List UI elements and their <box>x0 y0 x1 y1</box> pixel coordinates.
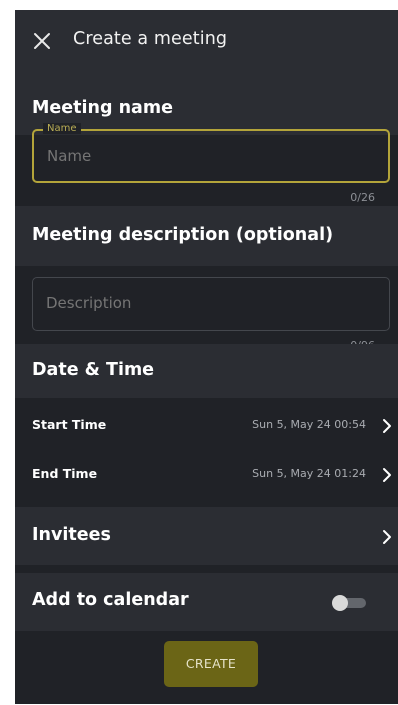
meeting-description-field[interactable] <box>32 277 390 331</box>
add-to-calendar-toggle[interactable] <box>332 595 366 611</box>
meeting-name-field-zone: Name 0/26 <box>15 123 398 206</box>
date-time-section: Date & Time <box>15 344 398 398</box>
invitees-row[interactable]: Invitees <box>15 507 398 565</box>
add-to-calendar-label: Add to calendar <box>32 590 189 610</box>
page-title: Create a meeting <box>73 29 228 49</box>
create-button[interactable]: CREATE <box>164 641 258 687</box>
chevron-right-icon <box>383 419 391 433</box>
meeting-description-field-zone: 0/96 <box>15 266 398 352</box>
start-time-label: Start Time <box>32 417 107 432</box>
invitees-label: Invitees <box>32 525 111 545</box>
meeting-description-input[interactable] <box>46 294 366 312</box>
chevron-right-icon <box>383 468 391 482</box>
meeting-description-section: Meeting description (optional) <box>15 206 398 266</box>
close-icon[interactable] <box>32 31 52 51</box>
app-bar: Create a meeting <box>15 10 398 73</box>
start-time-value: Sun 5, May 24 00:54 <box>252 418 366 431</box>
add-to-calendar-row: Add to calendar <box>15 573 398 631</box>
meeting-name-counter: 0/26 <box>350 191 375 204</box>
meeting-description-heading: Meeting description (optional) <box>32 225 334 245</box>
end-time-row[interactable]: End Time Sun 5, May 24 01:24 <box>15 447 398 507</box>
end-time-value: Sun 5, May 24 01:24 <box>252 467 366 480</box>
toggle-knob <box>332 595 348 611</box>
chevron-right-icon <box>383 530 391 544</box>
end-time-label: End Time <box>32 466 98 481</box>
meeting-name-input[interactable] <box>47 147 367 165</box>
date-time-heading: Date & Time <box>32 360 155 380</box>
meeting-name-field[interactable]: Name <box>32 123 390 183</box>
meeting-name-field-label: Name <box>43 123 81 134</box>
meeting-name-heading: Meeting name <box>32 98 173 118</box>
create-meeting-screen: Create a meeting Meeting name Name 0/26 … <box>15 10 398 704</box>
